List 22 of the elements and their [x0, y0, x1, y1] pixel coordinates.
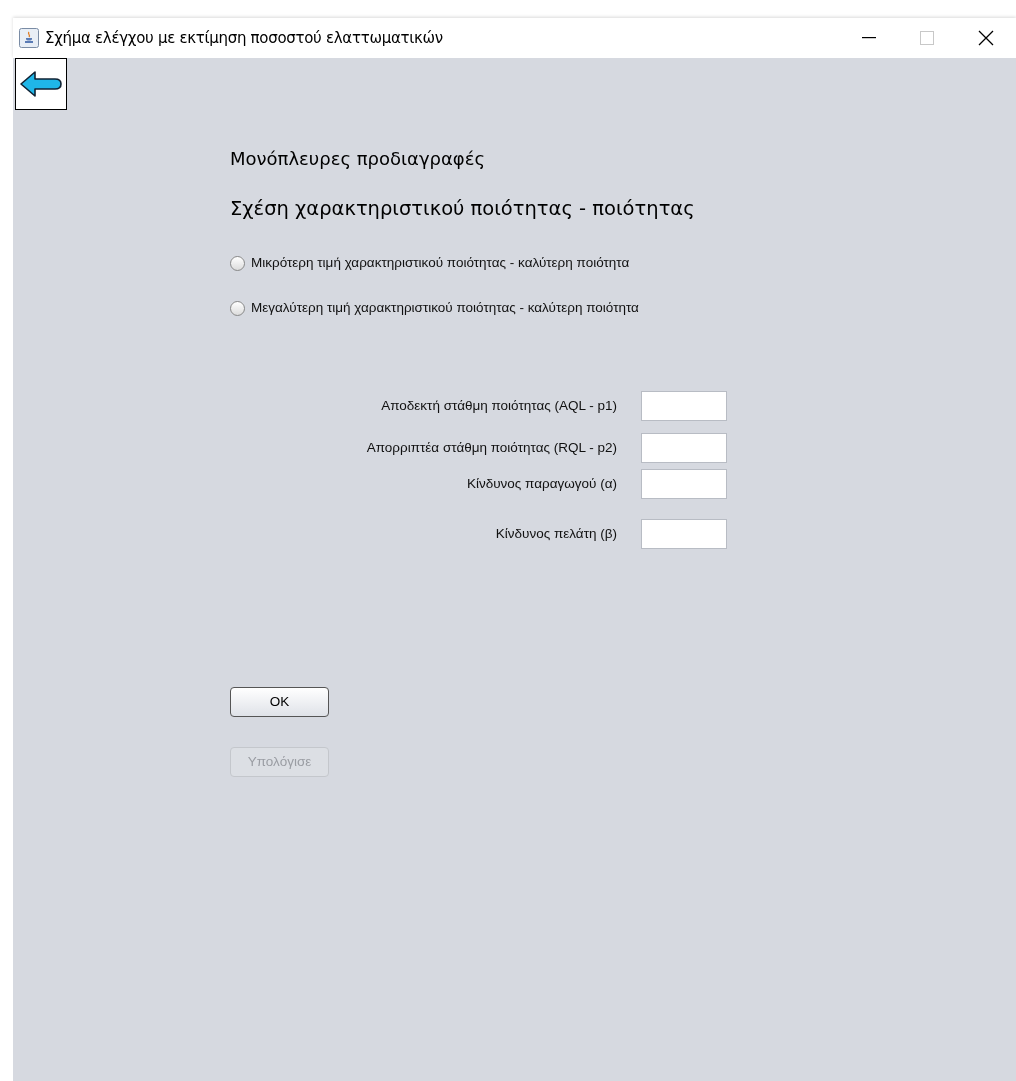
back-button[interactable]	[15, 58, 67, 110]
field-label: Απορριπτέα στάθμη ποιότητας (RQL - p2)	[366, 439, 617, 458]
input-field[interactable]	[641, 433, 727, 464]
radio-label: Μεγαλύτερη τιμή χαρακτηριστικού ποιότητας - καλύτερη ποιότητα	[251, 299, 639, 318]
radio-button[interactable]	[230, 255, 245, 271]
ok-button[interactable]: OK	[230, 687, 329, 718]
input-field[interactable]	[641, 519, 727, 550]
radio-label: Μικρότερη τιμή χαρακτηριστικού ποιότητας - καλύτερη ποιότητα	[251, 254, 630, 273]
section-heading: Μονόπλευρες προδιαγραφές	[230, 147, 487, 171]
minimize-icon	[862, 37, 876, 39]
window-title: Σχήμα ελέγχου με εκτίμηση ποσοστού ελαττωματικών	[45, 27, 444, 49]
field-label: Κίνδυνος πελάτη (β)	[495, 525, 617, 544]
close-icon	[978, 30, 994, 46]
field-label: Αποδεκτή στάθμη ποιότητας (AQL - p1)	[381, 397, 617, 416]
section-subheading: Σχέση χαρακτηριστικού ποιότητας - ποιότητας	[230, 196, 696, 222]
field-label: Κίνδυνος παραγωγού (α)	[466, 475, 617, 494]
left-arrow-icon	[19, 70, 63, 98]
input-field[interactable]	[641, 469, 727, 500]
maximize-icon	[920, 31, 934, 45]
input-field[interactable]	[641, 391, 727, 422]
radio-button[interactable]	[230, 300, 245, 316]
java-app-icon	[19, 28, 39, 48]
